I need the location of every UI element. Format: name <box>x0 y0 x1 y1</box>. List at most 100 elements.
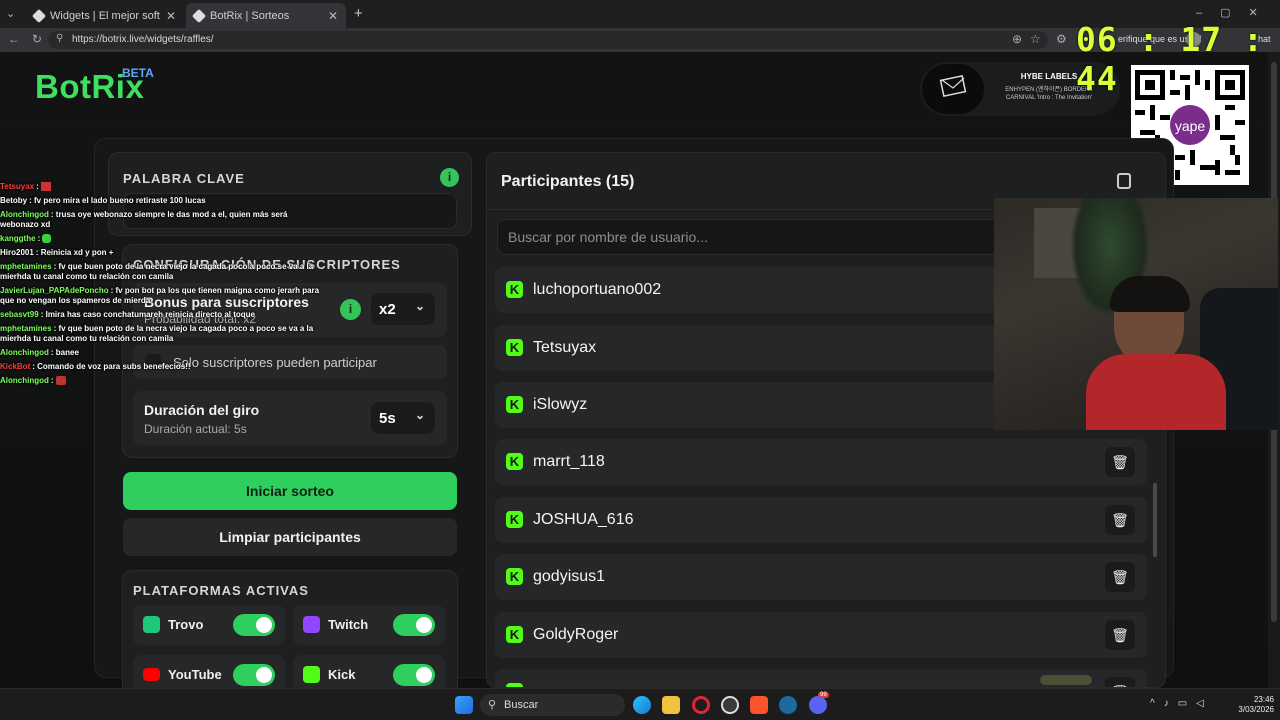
kick-icon: K <box>506 339 523 356</box>
notification-badge: 99 <box>818 692 829 698</box>
windows-taskbar: ⚲ Buscar 99 ^♪▭◁ 23:46 3/03/2026 <box>0 688 1280 720</box>
windows-start-icon[interactable] <box>455 696 473 714</box>
botrix-favicon-icon <box>31 8 47 23</box>
bonus-multiplier-value: x2 <box>379 301 396 318</box>
chat-user: sebasvt99 <box>0 310 39 319</box>
opera-icon[interactable] <box>692 696 710 714</box>
trash-icon[interactable]: 🗑 <box>1105 505 1135 535</box>
participant-name: JOSHUA_616 <box>533 511 634 528</box>
bookmark-star-icon[interactable]: ☆ <box>1030 32 1041 46</box>
participant-name: godyisus1 <box>533 568 606 585</box>
chat-message: KickBot: Comando de voz para subs benefe… <box>0 362 191 371</box>
tab-widgets[interactable]: Widgets | El mejor software para p ✕ <box>26 3 184 28</box>
spin-duration-subtitle: Duración actual: 5s <box>144 422 247 436</box>
taskbar-search[interactable]: ⚲ Buscar <box>480 694 625 716</box>
twitch-toggle[interactable] <box>393 614 435 636</box>
chat-user: kanggthe <box>0 234 36 243</box>
beta-badge: BETA <box>122 66 154 80</box>
brave-icon[interactable] <box>750 696 768 714</box>
platform-label: YouTube <box>168 667 222 682</box>
chat-user: Alonchingod <box>0 210 49 219</box>
tray-icons[interactable]: ^♪▭◁ <box>1150 698 1213 709</box>
taskbar-time: 23:46 <box>1253 695 1274 704</box>
kick-icon: K <box>506 568 523 585</box>
chat-message: mphetamines: fv que buen poto de la necr… <box>0 262 314 281</box>
taskbar-clock[interactable]: 23:46 3/03/2026 <box>1226 695 1274 715</box>
stream-chat-overlay: Tetsuyax: Betoby: fv pero mira el lado b… <box>0 182 320 390</box>
extension-icon[interactable]: ⚙ <box>1056 32 1067 46</box>
chat-user: mphetamines <box>0 262 52 271</box>
chat-message: JavierLujan_PAPAdePoncho: fv pon bot pa … <box>0 286 320 305</box>
participant-row: K marrt_118 🗑 <box>495 439 1147 485</box>
chat-message: Hiro2001: Reinicia xd y pon + <box>0 248 114 257</box>
platforms-panel: PLATAFORMAS ACTIVAS Trovo Twitch YouTube… <box>122 570 458 688</box>
svg-text:yape: yape <box>1175 118 1206 134</box>
reload-icon[interactable]: ↻ <box>32 32 42 46</box>
participant-row: K godyisus1 🗑 <box>495 554 1147 600</box>
chat-text: fv pero mira el lado bueno retiraste 100… <box>34 196 206 205</box>
start-raffle-button[interactable]: Iniciar sorteo <box>123 472 457 510</box>
spin-duration-value: 5s <box>379 410 396 427</box>
kick-toggle[interactable] <box>393 664 435 686</box>
close-icon[interactable]: ✕ <box>166 9 176 23</box>
platform-kick: Kick <box>293 655 445 688</box>
bonus-multiplier-select[interactable]: x2 ⌄ <box>371 293 435 325</box>
site-info-icon[interactable]: ⚲ <box>56 33 63 44</box>
file-explorer-icon[interactable] <box>662 696 680 714</box>
chat-user: Betoby <box>0 196 28 205</box>
new-tab-icon[interactable]: + <box>354 5 363 22</box>
participant-row-partial: K 🗑 <box>495 669 1147 687</box>
spin-duration-title: Duración del giro <box>144 402 260 418</box>
participant-badge <box>1040 675 1092 685</box>
tab-list-chevron-icon[interactable]: ⌄ <box>6 7 15 20</box>
url-text: https://botrix.live/widgets/raffles/ <box>72 34 214 45</box>
platform-trovo: Trovo <box>133 605 285 645</box>
chat-message: kanggthe: <box>0 234 320 244</box>
participant-row: K GoldyRoger 🗑 <box>495 612 1147 658</box>
stream-clock: 06 : 17 : 44 <box>1076 20 1264 98</box>
trovo-toggle[interactable] <box>233 614 275 636</box>
tab-title: BotRix | Sorteos <box>210 9 290 22</box>
chat-message: Alonchingod: banee <box>0 348 79 357</box>
clear-participants-button[interactable]: Limpiar participantes <box>123 518 457 556</box>
url-field[interactable]: ⚲ https://botrix.live/widgets/raffles/ <box>48 31 1048 49</box>
chat-text: Reinicia xd y pon + <box>40 248 114 257</box>
chat-user: JavierLujan_PAPAdePoncho <box>0 286 109 295</box>
youtube-icon <box>143 668 160 681</box>
trash-icon[interactable]: 🗑 <box>1105 620 1135 650</box>
trash-icon[interactable]: 🗑 <box>1105 562 1135 592</box>
spin-duration-select[interactable]: 5s ⌄ <box>371 402 435 434</box>
participants-scrollbar[interactable] <box>1153 483 1157 557</box>
webcam-person-hair <box>1110 276 1190 312</box>
taskbar-search-label: Buscar <box>504 699 539 711</box>
platform-youtube: YouTube <box>133 655 285 688</box>
info-icon[interactable]: i <box>440 168 459 187</box>
trash-icon[interactable]: 🗑 <box>1105 447 1135 477</box>
edge-icon[interactable] <box>633 696 651 714</box>
participant-name: iSlowyz <box>533 396 588 413</box>
chevron-down-icon: ⌄ <box>414 299 425 313</box>
platforms-title: PLATAFORMAS ACTIVAS <box>133 583 309 598</box>
discord-icon[interactable] <box>809 696 827 714</box>
steam-icon[interactable] <box>779 696 797 714</box>
chat-user: Alonchingod <box>0 348 49 357</box>
zoom-icon[interactable]: ⊕ <box>1012 32 1022 46</box>
window-controls[interactable]: –▢✕ <box>1196 6 1276 19</box>
platform-label: Kick <box>328 667 356 682</box>
close-icon[interactable]: ✕ <box>328 9 338 23</box>
chat-message: Alonchingod: <box>0 376 320 386</box>
youtube-toggle[interactable] <box>233 664 275 686</box>
copy-icon[interactable] <box>1117 173 1131 189</box>
info-icon[interactable]: i <box>340 299 361 320</box>
back-icon[interactable]: ← <box>8 32 20 46</box>
chat-user: mphetamines <box>0 324 52 333</box>
participant-name: Tetsuyax <box>533 339 597 356</box>
chat-message: Tetsuyax: <box>0 182 320 192</box>
taskbar-date: 3/03/2026 <box>1238 705 1274 714</box>
webcam-person-body <box>1086 354 1226 430</box>
tab-botrix-sorteos[interactable]: BotRix | Sorteos ✕ <box>186 3 346 28</box>
trash-icon[interactable]: 🗑 <box>1105 677 1135 687</box>
obs-icon[interactable] <box>721 696 739 714</box>
chat-message: Alonchingod: trusa oye webonazo siempre … <box>0 210 288 229</box>
participant-row: K JOSHUA_616 🗑 <box>495 497 1147 543</box>
